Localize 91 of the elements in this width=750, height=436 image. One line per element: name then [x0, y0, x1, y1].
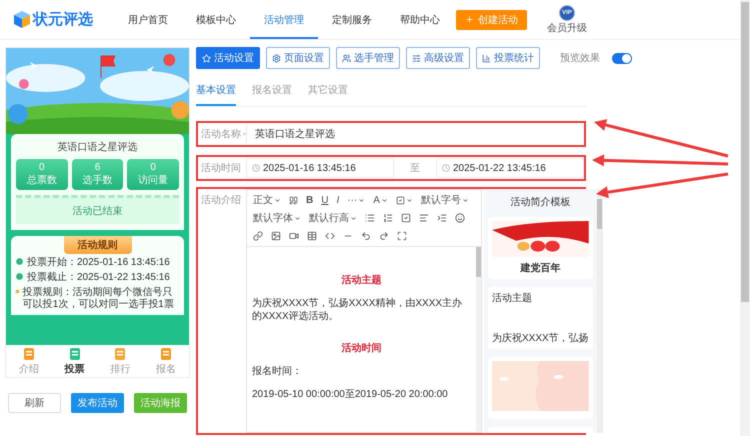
code-icon: [325, 231, 335, 241]
rule-text: 投票截止：2025-01-22 13:45:16: [27, 272, 170, 284]
stat-label: 选手数: [82, 174, 112, 187]
panel-title: 活动简介模板: [509, 196, 572, 209]
redo-icon: [379, 231, 389, 241]
nav-link[interactable]: 帮助中心: [386, 0, 454, 38]
template-text: 为庆祝XXXX节，弘扬: [492, 332, 589, 345]
template-title: 活动主题: [492, 292, 533, 305]
star-icon: [202, 54, 211, 62]
caret-icon: [406, 196, 413, 204]
settings-tab[interactable]: 活动设置: [196, 47, 260, 69]
image-icon: [271, 231, 281, 241]
font-family-dropdown[interactable]: 默认字体: [249, 209, 305, 227]
bar-chart-icon: [482, 54, 491, 62]
scrollbar[interactable]: [476, 247, 481, 432]
nav-link[interactable]: 用户首页: [114, 0, 182, 38]
template-card[interactable]: 活动主题 为庆祝XXXX节，弘扬: [488, 287, 593, 349]
template-card[interactable]: 建党百年: [488, 217, 593, 279]
preview-toggle[interactable]: [612, 52, 632, 64]
font-size-dropdown[interactable]: 默认字号: [416, 191, 473, 209]
settings-tab[interactable]: 投票统计: [476, 47, 540, 69]
rule-text: 投票规则：活动期间每个微信号只可以投1次，可以对同一选手投1票: [22, 287, 175, 311]
bottom-nav-item[interactable]: 投票: [52, 345, 98, 377]
card-title: 英语口语之星评选: [56, 140, 138, 154]
content-paragraph: 为庆祝XXXX节，弘扬XXXX精神，由XXXX主办的XXXX评选活动。: [252, 297, 464, 323]
content-paragraph: 报名时间：: [252, 365, 303, 378]
scrollbar[interactable]: [740, 0, 750, 436]
nav-link[interactable]: 活动管理: [250, 0, 318, 38]
font-color-dropdown[interactable]: A: [369, 191, 392, 209]
start-date-field[interactable]: 2025-01-16 13:45:16: [246, 158, 394, 178]
align-left-icon: [419, 213, 429, 223]
plus-icon: [465, 15, 474, 24]
nav-link[interactable]: 定制服务: [318, 0, 386, 38]
italic-button[interactable]: I: [332, 191, 344, 209]
more-dropdown[interactable]: ···: [343, 191, 370, 209]
separator-text: 至: [409, 162, 421, 175]
stat-value: 0: [150, 162, 156, 173]
smile-icon: [455, 213, 465, 223]
link-icon: [253, 231, 263, 241]
rules-ribbon: 活动规则: [64, 236, 132, 254]
stat-value: 6: [94, 162, 100, 173]
underline-button[interactable]: U: [317, 191, 332, 209]
content-heading: 活动时间: [340, 342, 382, 355]
sliders-icon: [412, 54, 421, 62]
rule-text: 投票开始：2025-01-16 13:45:16: [27, 257, 170, 269]
info-icon: [15, 287, 20, 296]
table-icon: [307, 231, 317, 241]
stat-label: 总票数: [26, 174, 57, 187]
list-icon: [365, 213, 375, 223]
nav-link[interactable]: 模板中心: [182, 0, 250, 38]
toggle-label: 预览效果: [560, 52, 600, 65]
settings-tab[interactable]: 高级设置: [406, 47, 470, 69]
status-text: 活动已结束: [16, 195, 179, 224]
paragraph-dropdown[interactable]: 正文: [249, 191, 285, 209]
vip-label: 会员升级: [547, 22, 587, 34]
quote-icon: [289, 196, 298, 204]
users-icon: [342, 54, 351, 62]
bold-button[interactable]: B: [302, 191, 318, 209]
indent-icon: [437, 213, 447, 223]
scrollbar[interactable]: [596, 189, 603, 433]
caret-icon: [358, 196, 366, 204]
caret-icon: [380, 196, 388, 204]
caret-icon: [274, 196, 281, 204]
caret-icon: [350, 214, 357, 222]
undo-icon: [361, 231, 371, 241]
content-paragraph: 2019-05-10 00:00:00至2019-05-20 20:00:00: [252, 388, 449, 401]
cube-logo-icon: [14, 11, 30, 28]
caret-icon: [462, 196, 469, 204]
stat-label: 访问量: [138, 174, 168, 187]
square-icon: [396, 196, 405, 204]
field-label: 活动名称: [201, 128, 241, 141]
action-button[interactable]: 刷新: [8, 393, 61, 413]
end-date-field[interactable]: 2025-01-22 13:45:16: [436, 158, 584, 178]
caret-icon: [294, 214, 301, 222]
rich-text-editor[interactable]: 正文 B U I ··· A 默认字号 默认字体 默认行高 活动主题 为庆祝XXXX节，弘扬XXXX精神，由XXXX主办的XXXX评选活动。 活动时间 报名时间： 2019-05-10 00:00:00至2019-05-20 20:00:00: [246, 189, 482, 433]
content-heading: 活动主题: [340, 273, 382, 287]
logo-text[interactable]: 状元评选: [33, 10, 93, 29]
template-caption: 建党百年: [519, 262, 562, 275]
settings-icon: [272, 54, 281, 62]
video-icon: [289, 231, 299, 241]
settings-tab[interactable]: 选手管理: [336, 47, 400, 69]
field-label: 活动介绍: [201, 194, 241, 207]
help-icon: [243, 130, 246, 138]
fullscreen-icon: [397, 231, 407, 241]
stat-value: 0: [39, 162, 45, 173]
settings-tab[interactable]: 页面设置: [266, 47, 330, 69]
sub-tab[interactable]: 基本设置: [196, 81, 236, 106]
field-label: 活动时间: [201, 162, 241, 175]
numbered-list-icon: [383, 213, 393, 223]
checkbox-icon: [401, 213, 411, 223]
line-height-dropdown[interactable]: 默认行高: [305, 209, 361, 227]
